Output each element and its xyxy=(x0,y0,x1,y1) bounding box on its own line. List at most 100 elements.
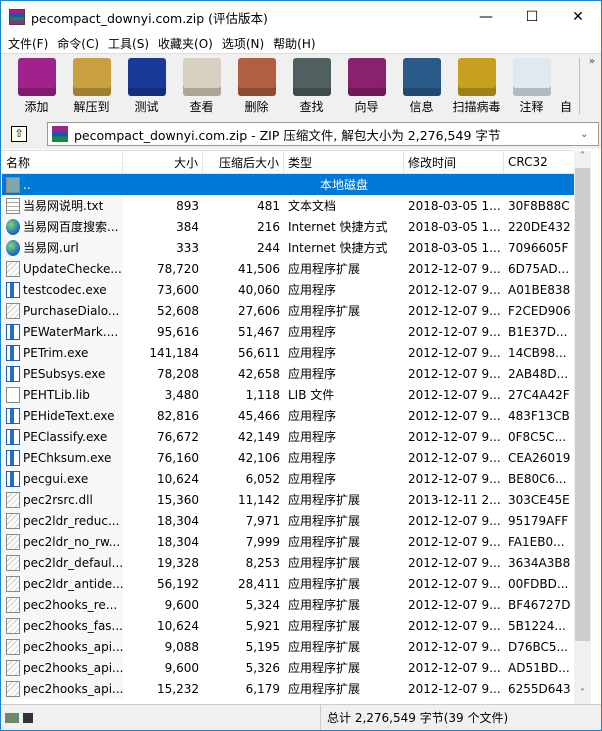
cell-packed: 40,060 xyxy=(203,279,284,300)
table-row[interactable]: 当易网百度搜索... 384 216 Internet 快捷方式 2018-03-05 … xyxy=(2,216,574,237)
menu-item[interactable]: 收藏夹(O) xyxy=(155,35,219,52)
cell-crc: 0F8C5C... xyxy=(504,426,574,447)
cell-packed: 51,467 xyxy=(203,321,284,342)
table-row[interactable]: PEChksum.exe 76,160 42,106 应用程序 2012-12-07 9… xyxy=(2,447,574,468)
toolbar-button-9[interactable]: 注释 xyxy=(504,58,559,115)
scroll-up-button[interactable]: ˄ xyxy=(574,151,591,168)
table-row[interactable]: pec2hooks_fas... 10,624 5,921 应用程序扩展 2012-12… xyxy=(2,615,574,636)
chevron-down-icon[interactable]: ⌄ xyxy=(580,129,598,140)
vertical-scrollbar[interactable]: ˄ ˅ xyxy=(574,151,591,705)
scroll-down-button[interactable]: ˅ xyxy=(574,688,591,705)
cell-text: 应用程序扩展 xyxy=(288,682,361,696)
column-header[interactable]: 类型 xyxy=(284,151,404,173)
cell-text: 42,658 xyxy=(238,366,280,381)
cell-text: 15,232 xyxy=(157,681,199,696)
table-row[interactable]: pec2rsrc.dll 15,360 11,142 应用程序扩展 2013-12-11… xyxy=(2,489,574,510)
toolbar-icon xyxy=(402,58,441,96)
cell-text: 5,324 xyxy=(245,597,280,612)
toolbar-button-3[interactable]: 查看 xyxy=(174,58,229,115)
toolbar-button-6[interactable]: 向导 xyxy=(339,58,394,115)
cell-text: 28,411 xyxy=(238,576,280,591)
toolbar-label: 注释 xyxy=(519,100,544,114)
table-row[interactable]: pec2ldr_reduc... 18,304 7,971 应用程序扩展 2012-12… xyxy=(2,510,574,531)
menu-item[interactable]: 帮助(H) xyxy=(270,35,321,52)
dll-icon xyxy=(6,302,20,319)
cell-text: 41,506 xyxy=(238,261,280,276)
table-row[interactable]: UpdateChecke... 78,720 41,506 应用程序扩展 2012-12… xyxy=(2,258,574,279)
column-header[interactable]: 修改时间 xyxy=(404,151,504,173)
up-folder-button[interactable]: ⇧ xyxy=(11,126,27,142)
toolbar-button-5[interactable]: 查找 xyxy=(284,58,339,115)
cell-text: 9,088 xyxy=(164,639,199,654)
cell-text: 本地磁盘 xyxy=(319,178,368,192)
cell-size: 73,600 xyxy=(123,279,203,300)
toolbar-overflow-button[interactable]: » xyxy=(589,56,595,67)
column-header[interactable]: 名称 xyxy=(2,151,123,173)
toolbar-button-10[interactable]: 自 xyxy=(559,58,573,115)
toolbar-button-8[interactable]: 扫描病毒 xyxy=(449,58,504,115)
toolbar-button-7[interactable]: 信息 xyxy=(394,58,449,115)
cell-text: 19,328 xyxy=(157,555,199,570)
cell-text: 82,816 xyxy=(157,408,199,423)
cell-name: PEClassify.exe xyxy=(2,426,123,447)
cell-text: 当易网.url xyxy=(23,241,79,255)
column-header[interactable]: 大小 xyxy=(123,151,203,173)
cell-text: 27C4A42F xyxy=(508,387,570,402)
table-row[interactable]: pec2hooks_api... 15,232 6,179 应用程序扩展 2012-12… xyxy=(2,678,574,699)
table-row[interactable]: PESubsys.exe 78,208 42,658 应用程序 2012-12-07 9… xyxy=(2,363,574,384)
cell-text: .. xyxy=(23,177,31,192)
address-dropdown[interactable]: pecompact_downyi.com.zip - ZIP 压缩文件, 解包大… xyxy=(47,122,599,146)
table-row[interactable]: PurchaseDialo... 52,608 27,606 应用程序扩展 2012-1… xyxy=(2,300,574,321)
table-row[interactable]: pec2ldr_no_rw... 18,304 7,999 应用程序扩展 2012-12… xyxy=(2,531,574,552)
table-row[interactable]: PEWaterMark.... 95,616 51,467 应用程序 2012-12-0… xyxy=(2,321,574,342)
table-row[interactable]: .. 本地磁盘 xyxy=(2,174,574,195)
cell-modified: 2012-12-07 9... xyxy=(404,384,504,405)
cell-name: PEHideText.exe xyxy=(2,405,123,426)
file-icon xyxy=(6,386,20,403)
table-row[interactable]: pec2hooks_api... 9,088 5,195 应用程序扩展 2012-12-… xyxy=(2,636,574,657)
cell-text: 应用程序扩展 xyxy=(288,640,361,654)
archive-icon xyxy=(52,126,68,142)
maximize-button[interactable]: ☐ xyxy=(509,1,555,33)
toolbar-button-0[interactable]: 添加 xyxy=(9,58,64,115)
table-row[interactable]: PEClassify.exe 76,672 42,149 应用程序 2012-12-07… xyxy=(2,426,574,447)
toolbar-button-1[interactable]: 解压到 xyxy=(64,58,119,115)
cell-text: 1,118 xyxy=(245,387,280,402)
table-row[interactable]: PEHTLib.lib 3,480 1,118 LIB 文件 2012-12-07 9.… xyxy=(2,384,574,405)
table-row[interactable]: pecgui.exe 10,624 6,052 应用程序 2012-12-07 9...… xyxy=(2,468,574,489)
close-button[interactable]: ✕ xyxy=(555,1,601,33)
cell-text: 27,606 xyxy=(238,303,280,318)
table-row[interactable]: 当易网.url 333 244 Internet 快捷方式 2018-03-05 1..… xyxy=(2,237,574,258)
cell-packed: 28,411 xyxy=(203,573,284,594)
cell-packed: 8,253 xyxy=(203,552,284,573)
table-row[interactable]: 当易网说明.txt 893 481 文本文档 2018-03-05 1... 30F8B8… xyxy=(2,195,574,216)
toolbar-button-4[interactable]: 删除 xyxy=(229,58,284,115)
table-row[interactable]: pec2hooks_api... 9,600 5,326 应用程序扩展 2012-12-… xyxy=(2,657,574,678)
table-row[interactable]: pec2ldr_defaul... 19,328 8,253 应用程序扩展 2012-1… xyxy=(2,552,574,573)
toolbar-button-2[interactable]: 测试 xyxy=(119,58,174,115)
cell-modified: 2012-12-07 9... xyxy=(404,363,504,384)
table-row[interactable]: PEHideText.exe 82,816 45,466 应用程序 2012-12-07… xyxy=(2,405,574,426)
table-row[interactable]: testcodec.exe 73,600 40,060 应用程序 2012-12-07 … xyxy=(2,279,574,300)
scroll-thumb[interactable] xyxy=(575,168,590,641)
menu-item[interactable]: 文件(F) xyxy=(5,35,54,52)
dll-icon xyxy=(6,680,20,697)
table-row[interactable]: PETrim.exe 141,184 56,611 应用程序 2012-12-07 9.… xyxy=(2,342,574,363)
cell-text: 45,466 xyxy=(238,408,280,423)
cell-size: 9,600 xyxy=(123,657,203,678)
cell-crc: 5B1224... xyxy=(504,615,574,636)
minimize-button[interactable]: — xyxy=(463,1,509,33)
column-header[interactable]: 压缩后大小 xyxy=(203,151,284,173)
table-row[interactable]: pec2hooks_re... 9,600 5,324 应用程序扩展 2012-12-0… xyxy=(2,594,574,615)
menu-item[interactable]: 工具(S) xyxy=(105,35,155,52)
table-row[interactable]: pec2ldr_antide... 56,192 28,411 应用程序扩展 2012-… xyxy=(2,573,574,594)
cell-text: pec2ldr_reduc... xyxy=(23,513,120,528)
cell-size: 333 xyxy=(123,237,203,258)
cell-size: 9,088 xyxy=(123,636,203,657)
column-header[interactable]: CRC32 xyxy=(504,151,574,173)
menu-item[interactable]: 选项(N) xyxy=(219,35,270,52)
toolbar-label: 向导 xyxy=(354,100,379,114)
toolbar-icon xyxy=(182,58,221,96)
menu-item[interactable]: 命令(C) xyxy=(54,35,105,52)
cell-text: 应用程序扩展 xyxy=(288,577,361,591)
